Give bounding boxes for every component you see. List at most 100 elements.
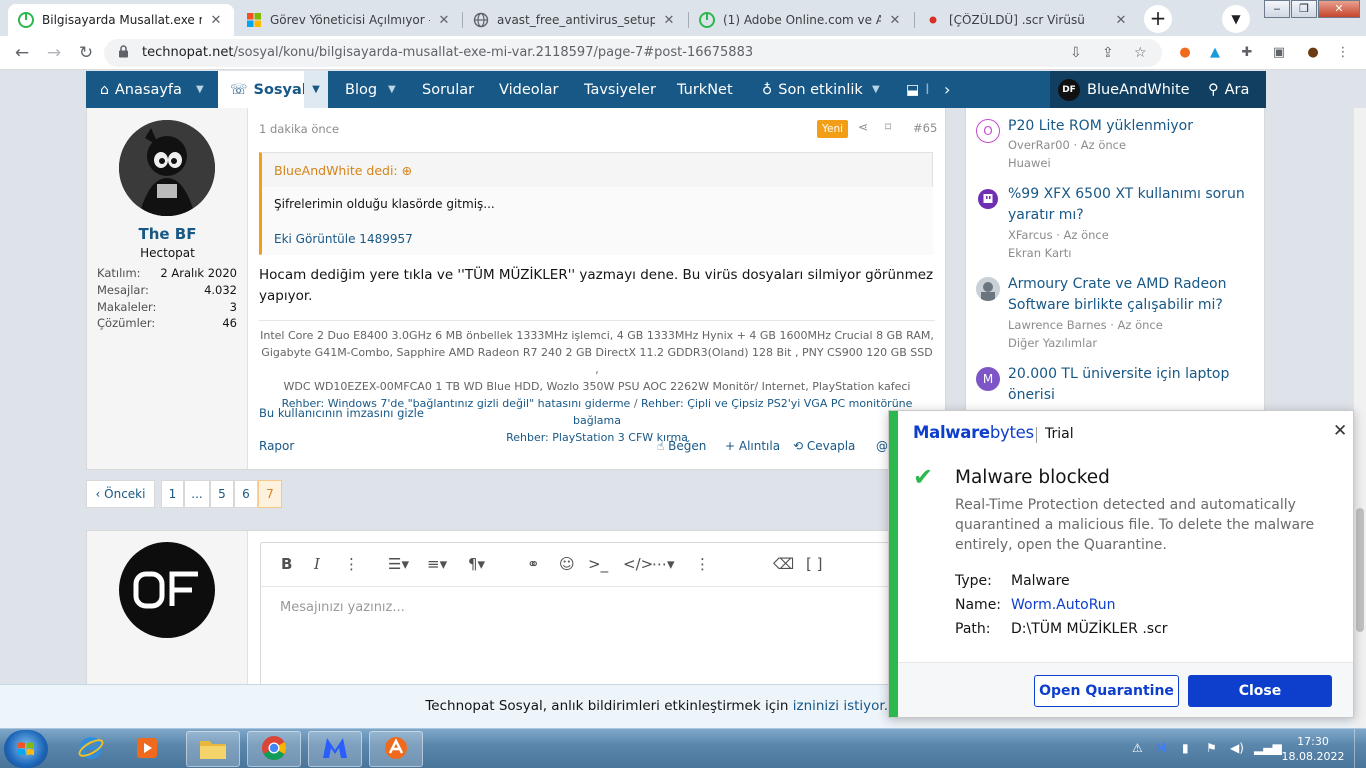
tab-search-button[interactable]: ▼ [1222,5,1250,33]
thread-title[interactable]: %99 XFX 6500 XT kullanımı sorun yaratır … [1008,184,1258,226]
menu-dots-icon[interactable]: ⋮ [1334,44,1352,62]
close-icon[interactable]: ✕ [208,13,224,28]
bookmark-icon[interactable]: ⌑ [885,120,891,134]
back-button[interactable]: ← [10,41,34,65]
nav-blog-dropdown[interactable]: ▼ [388,71,396,108]
tab-avast-setup[interactable]: avast_free_antivirus_setup_onlin ✕ [463,4,687,36]
scrollbar-thumb[interactable] [1356,508,1364,632]
address-bar[interactable]: technopat.net/sosyal/konu/bilgisayarda-m… [104,39,1162,67]
nav-blog[interactable]: Blog [345,71,377,108]
pagination-page-6[interactable]: 6 [234,480,258,508]
post-author-name[interactable]: The BF [87,225,248,243]
start-button[interactable] [4,730,48,768]
code-block-icon[interactable]: </> [623,555,653,573]
avatar[interactable] [119,542,215,638]
italic-icon[interactable]: I [314,555,320,573]
tab-gorev-yoneticisi[interactable]: Görev Yöneticisi Açılmıyor - Micr ✕ [236,4,462,36]
code-inline-icon[interactable]: >_ [588,555,608,573]
taskbar-clock[interactable]: 17:30 18.08.2022 [1280,734,1346,764]
forward-button[interactable]: → [42,41,66,65]
bold-icon[interactable]: B [281,555,292,573]
malware-name-link[interactable]: Worm.AutoRun [1011,597,1116,613]
reply-button[interactable]: ⟲ Cevapla [793,439,855,453]
paragraph-icon[interactable]: ¶▾ [468,555,485,573]
nav-inbox[interactable]: ⬓ I [906,71,930,108]
window-close-button[interactable]: ✕ [1318,0,1360,18]
attachment-link[interactable]: Eki Görüntüle 1489957 [274,232,413,246]
avatar[interactable] [119,120,215,216]
more-dots-icon[interactable]: ⋮ [344,555,359,573]
message-editor[interactable]: B I ⋮ ☰▾ ≡▾ ¶▾ ⚭ ☺ >_ </> ⋯▾ ⋮ ⌫ [ ] Mes… [260,542,936,692]
close-icon[interactable]: ✕ [661,13,677,28]
pagination-page-5[interactable]: 5 [210,480,234,508]
quote-button[interactable]: + Alıntıla [725,439,780,453]
sidebar-thread[interactable]: O P20 Lite ROM yüklenmiyor OverRar00 · A… [976,116,1256,182]
thread-title[interactable]: Armoury Crate ve AMD Radeon Software bir… [1008,274,1258,316]
align-icon[interactable]: ≡▾ [427,555,447,573]
nav-videolar[interactable]: Videolar [499,71,559,108]
nav-anasayfa-dropdown[interactable]: ▼ [196,71,204,108]
post-timestamp[interactable]: 1 dakika önce [259,122,339,136]
post-number[interactable]: #65 [913,121,937,135]
nav-user-button[interactable]: DF BlueAndWhite [1058,71,1190,108]
extension-shield-icon[interactable]: ● [1176,44,1194,62]
sidebar-thread[interactable]: Armoury Crate ve AMD Radeon Software bir… [976,274,1256,362]
nav-sorular[interactable]: Sorular [422,71,474,108]
profile-avatar-icon[interactable]: ● [1304,44,1322,62]
tray-flag-icon[interactable]: ⚑ [1206,741,1217,755]
extensions-puzzle-icon[interactable]: ✚ [1238,44,1256,62]
pagination-ellipsis[interactable]: ... [184,480,210,508]
thread-title[interactable]: 20.000 TL üniversite için laptop önerisi [1008,364,1258,406]
link-icon[interactable]: ⚭ [527,555,540,573]
thread-forum[interactable]: Diğer Yazılımlar [1008,336,1097,350]
side-panel-icon[interactable]: ▣ [1270,44,1288,62]
pagination-prev-button[interactable]: ‹ Önceki [86,480,155,508]
more-dots-icon[interactable]: ⋮ [695,555,710,573]
nav-anasayfa[interactable]: ⌂ Anasayfa [100,71,182,108]
pagination-page-current[interactable]: 7 [258,480,282,508]
nav-scroll-right-button[interactable]: › [944,71,950,108]
taskbar-malwarebytes[interactable] [308,731,362,767]
taskbar-media-player[interactable] [120,731,174,767]
emoji-icon[interactable]: ☺ [559,555,575,573]
report-link[interactable]: Rapor [259,439,294,453]
arrow-up-circle-icon[interactable]: ⊕ [402,163,412,178]
tray-malwarebytes-icon[interactable]: M [1156,741,1166,755]
bbcode-icon[interactable]: [ ] [806,555,822,573]
tab-adobe-online[interactable]: (1) Adobe Online.com ve Adobe ✕ [689,4,913,36]
tray-avast-icon[interactable]: ⚠ [1132,741,1143,755]
taskbar-avast[interactable] [369,731,423,767]
reload-button[interactable]: ↻ [74,41,98,65]
close-button[interactable]: Close [1188,675,1332,707]
like-button[interactable]: ☝ Beğen [657,439,706,453]
taskbar-internet-explorer[interactable] [64,731,118,767]
tab-bilgisayarda-musallat[interactable]: Bilgisayarda Musallat.exe mi var? ✕ [8,4,234,36]
taskbar-chrome[interactable] [247,731,301,767]
extension-arrow-icon[interactable]: ▲ [1206,44,1224,62]
close-icon[interactable]: ✕ [1113,13,1129,28]
show-desktop-button[interactable] [1354,729,1366,768]
hide-signature-link[interactable]: Bu kullanıcının imzasını gizle [259,406,424,420]
list-icon[interactable]: ☰▾ [388,555,409,573]
nav-turknet[interactable]: TurkNet [677,71,733,108]
speaker-icon[interactable]: ◀) [1230,741,1244,755]
share-icon[interactable]: ⋖ [858,120,868,134]
nav-sosyal[interactable]: ☏ Sosyal [218,71,307,108]
maximize-button[interactable]: ❐ [1291,0,1317,18]
close-icon[interactable]: ✕ [1333,421,1347,441]
eraser-icon[interactable]: ⌫ [773,555,794,573]
more-options-icon[interactable]: ⋯▾ [652,555,675,573]
pagination-page-1[interactable]: 1 [161,480,184,508]
share-icon[interactable]: ⇪ [1102,45,1114,61]
thread-title[interactable]: P20 Lite ROM yüklenmiyor [1008,116,1258,137]
sidebar-thread[interactable]: M 20.000 TL üniversite için laptop öneri… [976,364,1256,412]
network-icon[interactable]: ▂▄▆ [1254,741,1282,755]
quote-author[interactable]: BlueAndWhite dedi: ⊕ [274,163,412,178]
minimize-button[interactable]: ‒ [1264,0,1290,18]
sidebar-thread[interactable]: %99 XFX 6500 XT kullanımı sorun yaratır … [976,184,1256,272]
close-icon[interactable]: ✕ [887,13,903,28]
close-icon[interactable]: ✕ [436,13,452,28]
bookmark-star-icon[interactable]: ☆ [1134,45,1147,61]
nav-search-button[interactable]: ⚲ Ara [1196,71,1266,108]
push-permission-link[interactable]: izninizi istiyor. [793,698,888,714]
